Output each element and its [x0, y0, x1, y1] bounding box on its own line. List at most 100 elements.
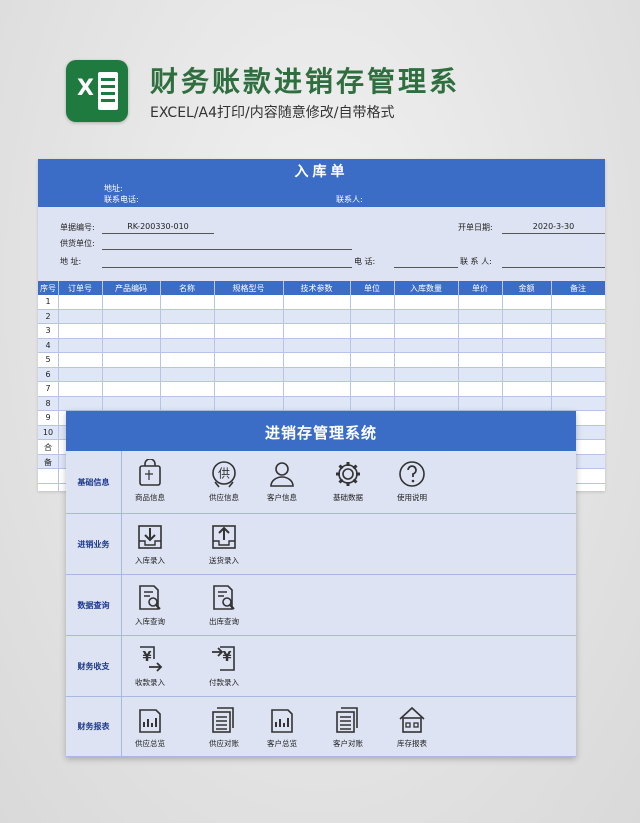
- row-number: 4: [45, 340, 51, 350]
- row-number: 合: [44, 443, 52, 452]
- question-icon: [384, 459, 440, 489]
- bag-icon: [122, 459, 178, 489]
- supplier-label: 供货单位:: [60, 239, 95, 248]
- nav-tile[interactable]: 供供应信息: [196, 459, 252, 503]
- user-icon: [254, 459, 310, 489]
- phone-label: 联系电话:: [104, 195, 139, 204]
- order-no-label: 单据编号:: [60, 223, 95, 232]
- row-number: 10: [42, 427, 54, 437]
- nav-tile-label: 基础数据: [333, 493, 363, 502]
- nav-tile-label: 客户总览: [267, 739, 297, 748]
- svg-text:¥: ¥: [222, 650, 231, 665]
- nav-tile-label: 出库查询: [209, 617, 239, 626]
- nav-tile[interactable]: 客户总览: [254, 705, 310, 749]
- nav-tile-label: 商品信息: [135, 493, 165, 502]
- nav-tile-label: 库存报表: [397, 739, 427, 748]
- column-header: 订单号: [68, 284, 92, 293]
- sheet-info: 单据编号: RK-200330-010 开单日期: 2020-3-30 供货单位…: [38, 207, 605, 281]
- nav-tile[interactable]: ¥ 收款录入: [122, 644, 178, 688]
- sheet-title: 入库单: [294, 164, 349, 180]
- nav-tile[interactable]: 供应对账: [196, 705, 252, 749]
- table-row[interactable]: 2: [38, 309, 605, 324]
- order-no-value[interactable]: RK-200330-010: [102, 222, 214, 231]
- row-number: 8: [45, 398, 51, 408]
- house-icon: [384, 705, 440, 735]
- address2-label: 地 址:: [60, 257, 82, 266]
- docs-icon: [320, 705, 376, 735]
- column-header: 技术参数: [300, 284, 333, 293]
- svg-text:供: 供: [218, 467, 230, 481]
- column-header-row: 序号 订单号 产品编码 名称 规格型号 技术参数 单位 入库数量 单价 金额 备注: [38, 281, 605, 295]
- nav-tile[interactable]: 入库录入: [122, 522, 178, 566]
- table-row[interactable]: 6: [38, 367, 605, 382]
- nav-tile[interactable]: 送货录入: [196, 522, 252, 566]
- nav-tile[interactable]: ¥ 付款录入: [196, 644, 252, 688]
- date-value[interactable]: 2020-3-30: [502, 222, 605, 231]
- panel-section: 财务收支 ¥ 收款录入 ¥ 付款录入: [66, 636, 576, 697]
- column-header: 单位: [364, 284, 380, 293]
- yen-in-icon: ¥: [122, 644, 178, 674]
- table-row[interactable]: 3: [38, 324, 605, 339]
- nav-tile[interactable]: 出库查询: [196, 583, 252, 627]
- row-number: 6: [45, 369, 51, 379]
- gear-icon: [320, 459, 376, 489]
- nav-tile[interactable]: 商品信息: [122, 459, 178, 503]
- section-label: 数据查询: [66, 575, 122, 635]
- row-number: 2: [45, 311, 51, 321]
- row-number: 3: [45, 326, 51, 335]
- tel-label: 电 话:: [354, 257, 376, 266]
- nav-tile-label: 使用说明: [397, 493, 427, 502]
- nav-tile[interactable]: 使用说明: [384, 459, 440, 503]
- table-row[interactable]: 7: [38, 382, 605, 397]
- nav-tile-label: 供应总览: [135, 739, 165, 748]
- column-header: 序号: [40, 284, 56, 293]
- column-header: 名称: [179, 284, 195, 293]
- sheet-header: 入库单 地址: 联系电话: 联系人:: [38, 159, 605, 207]
- row-number: 5: [45, 355, 51, 364]
- contact-label: 联系人:: [336, 195, 363, 204]
- table-row[interactable]: 1: [38, 295, 605, 310]
- nav-tile[interactable]: 客户信息: [254, 459, 310, 503]
- nav-tile[interactable]: 基础数据: [320, 459, 376, 503]
- panel-section: 数据查询入库查询 出库查询: [66, 575, 576, 636]
- management-panel: 进销存管理系统 基础信息 商品信息供供应信息 客户信息 基础数据 使用说明 进销业务 入库录…: [66, 411, 576, 757]
- page-title: 财务账款进销存管理系: [150, 65, 461, 98]
- nav-tile-label: 收款录入: [135, 678, 165, 687]
- table-row[interactable]: 4: [38, 338, 605, 353]
- panel-section: 基础信息 商品信息供供应信息 客户信息 基础数据 使用说明: [66, 451, 576, 514]
- nav-tile[interactable]: 入库查询: [122, 583, 178, 627]
- column-header: 单价: [472, 284, 488, 293]
- nav-tile[interactable]: 供应总览: [122, 705, 178, 749]
- nav-tile[interactable]: 客户对账: [320, 705, 376, 749]
- column-header: 金额: [518, 284, 535, 293]
- nav-tile[interactable]: 库存报表: [384, 705, 440, 749]
- row-number: 备: [44, 457, 52, 467]
- column-header: 产品编码: [115, 284, 147, 293]
- excel-logo-letter: X: [77, 76, 94, 101]
- contact2-label: 联 系 人:: [460, 257, 492, 266]
- supply-icon: 供: [196, 459, 252, 489]
- address-label: 地址:: [104, 184, 123, 193]
- nav-tile-label: 付款录入: [209, 678, 239, 687]
- nav-tile-label: 送货录入: [209, 556, 239, 565]
- contact-field[interactable]: [502, 267, 605, 268]
- chart-doc-icon: [122, 705, 178, 735]
- nav-tile-label: 供应对账: [209, 739, 239, 748]
- yen-out-icon: ¥: [196, 644, 252, 674]
- nav-tile-label: 入库查询: [135, 617, 165, 626]
- grid-line: [58, 281, 59, 491]
- doc-search-icon: [196, 583, 252, 613]
- address-field[interactable]: [102, 267, 352, 268]
- nav-tile-label: 客户信息: [267, 493, 297, 502]
- row-number: 7: [45, 384, 51, 393]
- table-row[interactable]: 5: [38, 353, 605, 368]
- nav-tile-label: 供应信息: [209, 493, 239, 502]
- docs-icon: [196, 705, 252, 735]
- column-header: 入库数量: [410, 284, 442, 293]
- supplier-field[interactable]: [102, 249, 352, 250]
- tel-field[interactable]: [394, 267, 458, 268]
- panel-section: 财务报表 供应总览 供应对账 客户总览 客户对账 库存报表: [66, 697, 576, 757]
- inbox-out-icon: [196, 522, 252, 552]
- table-row[interactable]: 8: [38, 396, 605, 411]
- row-number: 1: [45, 297, 51, 306]
